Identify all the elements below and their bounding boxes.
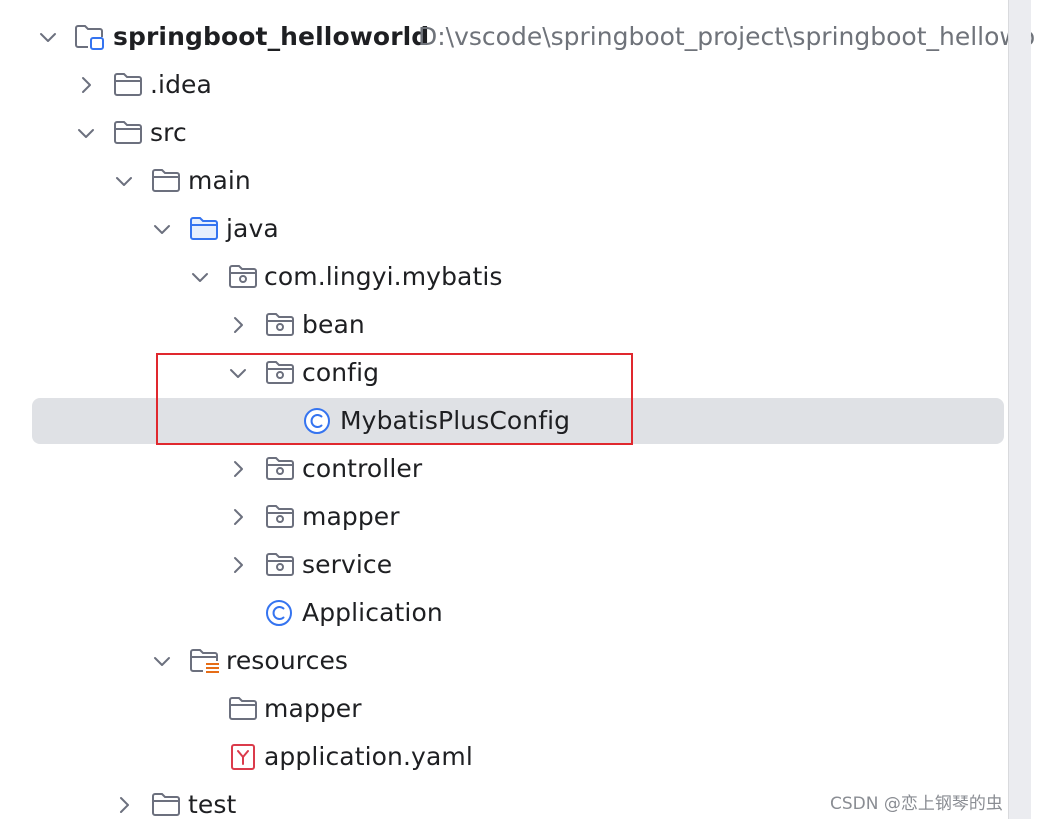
resources-folder-icon <box>189 647 219 675</box>
tree-item-label: src <box>150 118 187 147</box>
chevron-right-icon[interactable] <box>226 457 250 481</box>
tree-item-label: mapper <box>302 502 400 531</box>
tree-item-label: mapper <box>264 694 362 723</box>
tree-item-idea[interactable]: .idea <box>0 61 1005 109</box>
package-icon <box>265 551 295 579</box>
folder-icon <box>228 695 258 723</box>
tree-item-mapper-package[interactable]: mapper <box>0 493 1005 541</box>
folder-icon <box>113 71 143 99</box>
vertical-scrollbar[interactable] <box>1008 0 1031 819</box>
package-icon <box>265 455 295 483</box>
tree-item-label: com.lingyi.mybatis <box>264 262 503 291</box>
module-folder-icon <box>74 23 104 51</box>
project-tree: springboot_helloworld D:\vscode\springbo… <box>0 0 1037 819</box>
tree-item-project-root[interactable]: springboot_helloworld D:\vscode\springbo… <box>0 13 1037 61</box>
tree-item-label: application.yaml <box>264 742 473 771</box>
tree-item-java[interactable]: java <box>0 205 1005 253</box>
project-path: D:\vscode\springboot_project\springboot_… <box>418 22 1037 51</box>
chevron-down-icon[interactable] <box>188 265 212 289</box>
chevron-right-icon[interactable] <box>112 793 136 817</box>
tree-item-label: service <box>302 550 393 579</box>
yaml-file-icon <box>230 743 260 771</box>
watermark: CSDN @恋上钢琴的虫 <box>830 794 1003 814</box>
tree-item-application-class[interactable]: Application <box>0 589 1005 637</box>
tree-item-label: main <box>188 166 251 195</box>
chevron-down-icon[interactable] <box>112 169 136 193</box>
tree-item-label: controller <box>302 454 423 483</box>
tree-item-package-root[interactable]: com.lingyi.mybatis <box>0 253 1005 301</box>
tree-item-service[interactable]: service <box>0 541 1005 589</box>
tree-item-label: java <box>226 214 279 243</box>
tree-item-resources[interactable]: resources <box>0 637 1005 685</box>
chevron-right-icon[interactable] <box>226 313 250 337</box>
tree-item-application-yaml[interactable]: application.yaml <box>0 733 1005 781</box>
chevron-right-icon[interactable] <box>74 73 98 97</box>
chevron-down-icon[interactable] <box>150 217 174 241</box>
folder-icon <box>151 167 181 195</box>
folder-icon <box>113 119 143 147</box>
tree-item-bean[interactable]: bean <box>0 301 1005 349</box>
package-icon <box>265 311 295 339</box>
class-icon <box>265 599 295 627</box>
chevron-down-icon[interactable] <box>36 25 60 49</box>
tree-item-label: bean <box>302 310 365 339</box>
chevron-right-icon[interactable] <box>226 505 250 529</box>
chevron-down-icon[interactable] <box>74 121 98 145</box>
tree-item-main[interactable]: main <box>0 157 1005 205</box>
tree-item-label: Application <box>302 598 443 627</box>
tree-item-mapper-folder[interactable]: mapper <box>0 685 1005 733</box>
package-icon <box>265 503 295 531</box>
annotation-highlight-box <box>156 353 633 445</box>
tree-item-label: test <box>188 790 237 819</box>
chevron-down-icon[interactable] <box>150 649 174 673</box>
tree-item-label: springboot_helloworld <box>113 22 430 51</box>
source-folder-icon <box>189 215 219 243</box>
tree-item-label: .idea <box>150 70 212 99</box>
tree-item-label: resources <box>226 646 349 675</box>
chevron-right-icon[interactable] <box>226 553 250 577</box>
tree-item-src[interactable]: src <box>0 109 1005 157</box>
folder-icon <box>151 791 181 819</box>
tree-item-controller[interactable]: controller <box>0 445 1005 493</box>
package-icon <box>228 263 258 291</box>
